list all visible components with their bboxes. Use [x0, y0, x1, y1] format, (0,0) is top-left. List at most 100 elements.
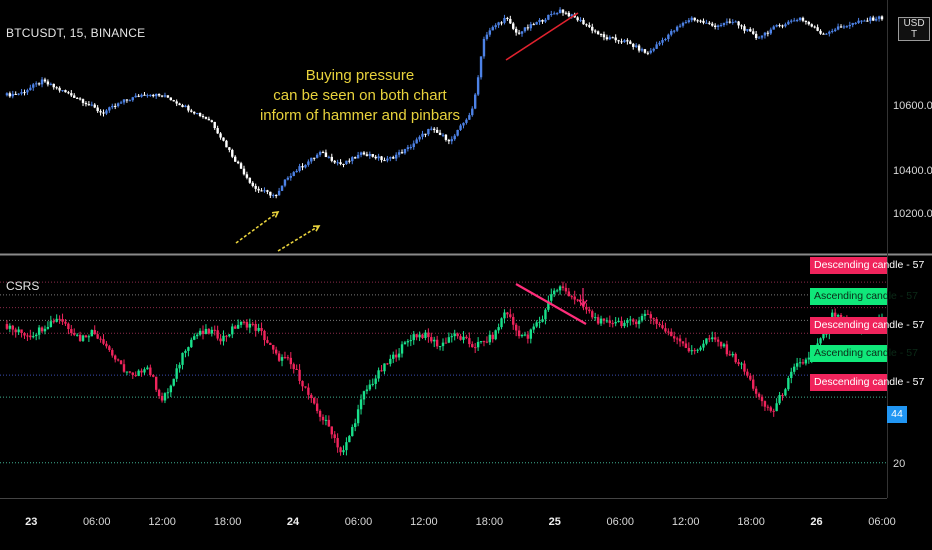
price-candle-body — [526, 27, 530, 29]
csrs-candle-body — [553, 290, 556, 295]
symbol-legend[interactable]: BTCUSDT, 15, BINANCE — [6, 26, 145, 40]
csrs-candle-body — [500, 318, 503, 328]
price-candle-body — [500, 22, 503, 24]
csrs-candle-body — [708, 338, 711, 340]
price-candle-body — [266, 190, 269, 192]
csrs-candle-body — [640, 315, 644, 321]
price-candle-body — [409, 147, 413, 149]
csrs-candle-body — [485, 341, 489, 343]
price-candle-body — [61, 90, 64, 92]
price-candle-body — [99, 111, 102, 113]
csrs-candle-body — [661, 325, 664, 329]
csrs-candle-body — [447, 337, 451, 343]
price-candle-body — [359, 152, 363, 155]
price-candle-body — [225, 140, 228, 148]
price-candle-body — [675, 26, 679, 31]
price-candle-body — [96, 107, 99, 112]
csrs-candle-body — [5, 324, 9, 329]
csrs-candle-body — [43, 328, 47, 332]
price-candle-body — [236, 161, 240, 164]
price-candle-body — [476, 77, 480, 95]
price-candle-body — [444, 134, 448, 140]
price-candle-body — [412, 143, 415, 148]
text-annotation[interactable]: Buying pressure can be seen on both char… — [255, 66, 465, 126]
csrs-candle-body — [471, 344, 474, 348]
price-candle-body — [684, 22, 688, 24]
csrs-candle-body — [204, 328, 208, 334]
price-candle-body — [406, 147, 410, 150]
price-candle-body — [866, 20, 869, 22]
price-candle-body — [75, 97, 79, 99]
price-candle-body — [473, 94, 477, 109]
currency-label-2: T — [910, 29, 918, 40]
csrs-candle-body — [283, 357, 287, 359]
price-candle-body — [137, 95, 140, 97]
csrs-candle-body — [172, 378, 175, 386]
csrs-candle-body — [34, 334, 38, 337]
chart-canvas[interactable] — [0, 0, 932, 550]
currency-badge[interactable]: USD T — [898, 17, 930, 41]
price-candle-body — [108, 107, 111, 111]
price-candle-body — [611, 37, 614, 39]
price-candle-body — [286, 177, 290, 180]
price-candle-body — [154, 93, 158, 97]
price-candle-body — [8, 93, 12, 97]
csrs-candle-body — [400, 344, 404, 354]
csrs-candle-body — [523, 334, 527, 336]
csrs-candle-body — [476, 341, 480, 348]
price-candle-body — [190, 110, 193, 112]
price-candle-body — [342, 164, 345, 166]
csrs-candle-body — [787, 377, 790, 390]
price-candle-body — [845, 26, 849, 28]
price-candle-body — [857, 20, 860, 23]
csrs-candle-body — [690, 350, 693, 352]
price-candle-body — [681, 22, 685, 26]
price-candle-body — [251, 182, 254, 186]
price-candle-body — [646, 52, 650, 54]
yellow-arrow — [235, 211, 279, 244]
csrs-candle-body — [318, 410, 322, 417]
csrs-candle-body — [152, 375, 155, 377]
price-candle-body — [140, 94, 143, 97]
price-candle-body — [274, 195, 278, 197]
csrs-candle-body — [430, 337, 433, 342]
price-candle-body — [553, 13, 556, 15]
csrs-candle-body — [602, 318, 606, 321]
price-candle-body — [313, 157, 316, 159]
csrs-candle-body — [421, 334, 424, 338]
csrs-candle-body — [266, 340, 269, 343]
price-candle-body — [728, 21, 732, 23]
csrs-candle-body — [114, 355, 117, 360]
price-candle-body — [778, 25, 781, 27]
csrs-candle-body — [64, 321, 67, 324]
price-candle-body — [64, 90, 67, 93]
price-candle-body — [848, 24, 852, 27]
price-candle-body — [178, 103, 181, 106]
price-candle-body — [798, 17, 802, 21]
csrs-candle-body — [345, 442, 348, 451]
csrs-candle-body — [462, 336, 465, 340]
csrs-candle-body — [84, 335, 88, 338]
csrs-candle-body — [213, 329, 216, 331]
indicator-name[interactable]: CSRS — [6, 279, 39, 293]
price-candle-body — [20, 92, 23, 94]
csrs-candle-body — [711, 337, 714, 340]
price-candle-body — [336, 162, 339, 164]
price-candle-body — [318, 152, 322, 155]
csrs-candle-body — [795, 363, 799, 367]
price-candle-body — [292, 172, 295, 176]
csrs-candle-body — [760, 396, 764, 402]
price-candle-body — [5, 93, 9, 96]
csrs-candle-body — [646, 313, 650, 315]
currency-label-1: USD — [903, 18, 925, 29]
csrs-candle-body — [222, 335, 225, 342]
price-candle-body — [324, 152, 328, 158]
price-candle-body — [719, 24, 723, 26]
price-candle-body — [623, 40, 626, 43]
price-candle-body — [269, 191, 272, 196]
csrs-candle-body — [40, 327, 44, 332]
csrs-candle-body — [339, 447, 342, 453]
csrs-indicator-plot[interactable] — [0, 281, 887, 464]
price-candle-body — [169, 97, 173, 101]
csrs-candle-body — [157, 389, 161, 397]
